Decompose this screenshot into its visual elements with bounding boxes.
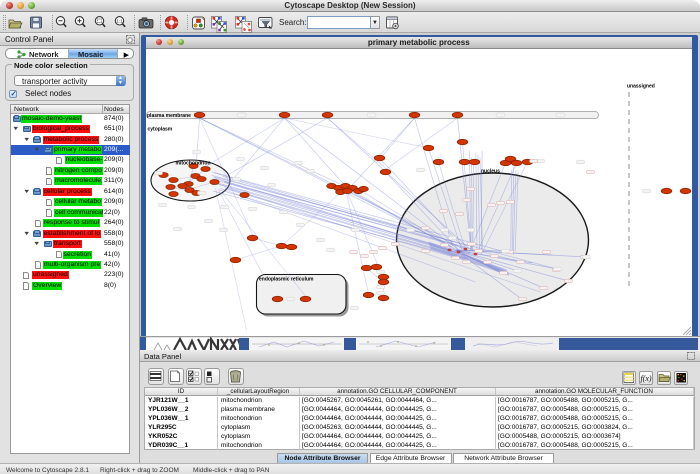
svg-text:mitochondrion: mitochondrion [175,161,210,167]
svg-text:cytoplasm: cytoplasm [147,127,172,133]
svg-text:nucleus: nucleus [481,169,500,175]
svg-text:endoplasmic reticulum: endoplasmic reticulum [259,277,314,283]
svg-text:unassigned: unassigned [627,84,655,90]
svg-text:1:1: 1:1 [116,19,123,24]
svg-text:f(x): f(x) [640,374,651,383]
svg-text:plasma membrane: plasma membrane [147,113,191,119]
